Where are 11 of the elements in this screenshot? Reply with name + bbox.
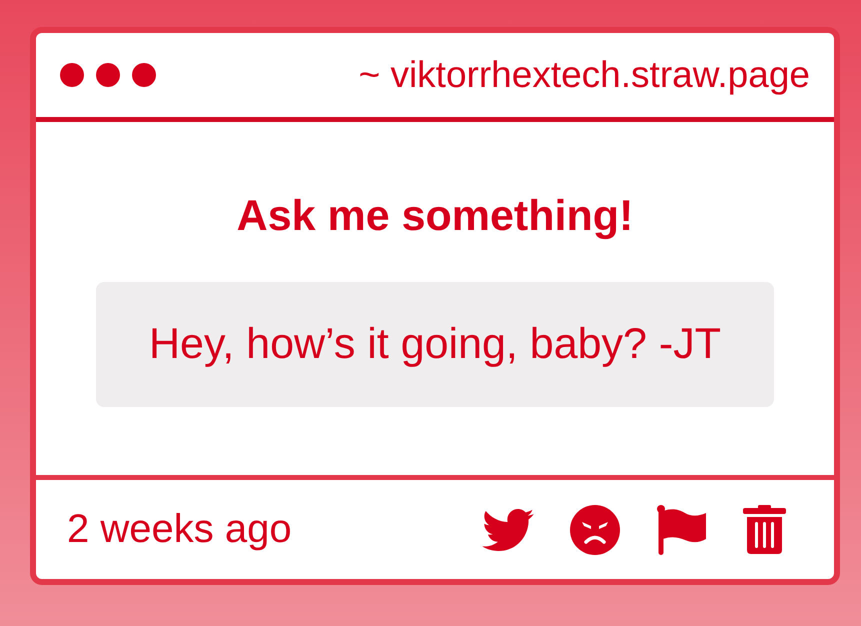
trash-icon[interactable]	[743, 505, 786, 554]
dot-icon	[96, 63, 120, 87]
question-text: Hey, how’s it going, baby? -JT	[96, 282, 774, 407]
angry-face-icon[interactable]	[570, 504, 620, 554]
card-title: Ask me something!	[236, 191, 634, 241]
page-address: ~ viktorrhextech.straw.page	[358, 54, 810, 96]
dot-icon	[132, 63, 156, 87]
timestamp: 2 weeks ago	[67, 507, 292, 552]
dot-icon	[60, 63, 84, 87]
bird-icon[interactable]	[482, 508, 534, 550]
flag-icon[interactable]	[656, 504, 707, 554]
